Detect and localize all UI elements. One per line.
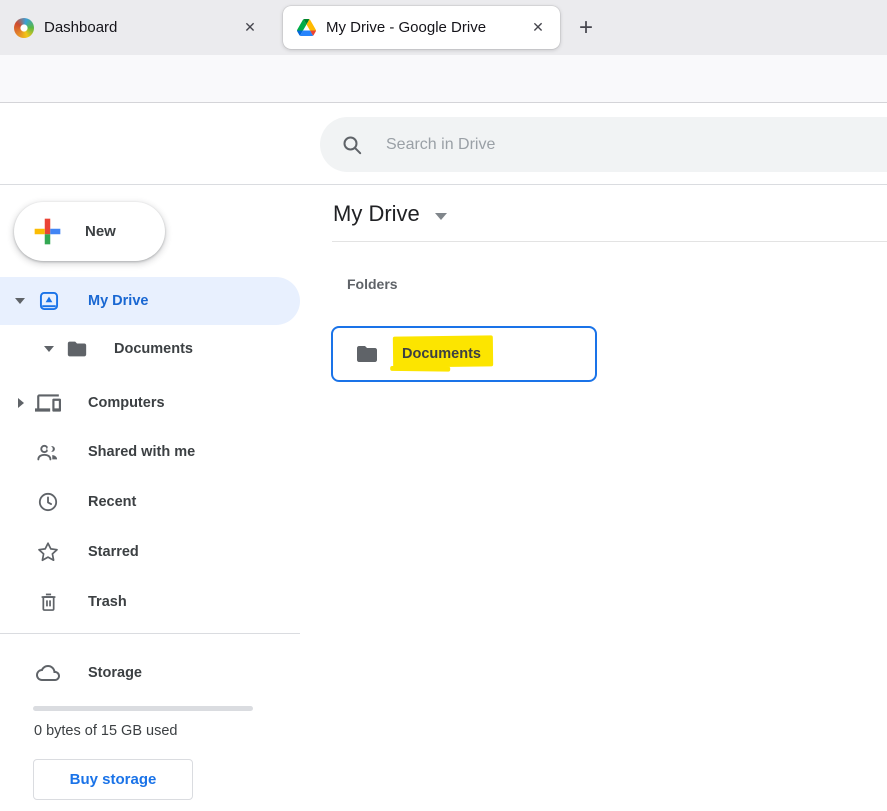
sidebar-item-documents[interactable]: Documents [0,325,300,373]
browser-toolbar: https://drive.google.com/drive/u/1/my-dr… [0,55,887,103]
sidebar-item-label: Shared with me [88,444,195,460]
shared-with-me-icon [35,440,60,465]
tab-dashboard[interactable]: Dashboard ✕ [0,0,272,55]
folder-card-documents[interactable]: Documents [331,326,597,382]
main-content: My Drive Folders Documents [300,185,887,811]
my-drive-icon [38,290,60,312]
page-title: My Drive [333,201,420,227]
multicolor-plus-icon [31,215,64,248]
folder-name: Documents [402,346,481,362]
tab-my-drive[interactable]: My Drive - Google Drive ✕ [283,6,560,49]
sidebar: New My Drive Documents Com [0,185,300,811]
computers-icon [35,390,61,416]
storage-progress-bar [33,706,253,711]
folder-name-wrap: Documents [402,345,481,363]
breadcrumb[interactable]: My Drive [333,201,447,227]
google-drive-icon [297,19,316,36]
sidebar-divider [0,633,300,634]
tab-title: My Drive - Google Drive [326,19,486,36]
buy-storage-label: Buy storage [70,771,157,788]
buy-storage-button[interactable]: Buy storage [33,759,193,800]
sidebar-item-label: Computers [88,395,165,411]
cloud-icon [34,661,62,685]
sidebar-item-label: Storage [88,665,142,681]
sidebar-item-label: Documents [114,341,193,357]
sidebar-item-recent[interactable]: Recent [0,478,300,526]
sidebar-item-label: My Drive [88,293,148,309]
new-tab-button[interactable]: + [571,13,601,43]
sidebar-item-trash[interactable]: Trash [0,578,300,626]
new-button-label: New [85,223,116,240]
content-divider [332,241,887,242]
storage-usage-text: 0 bytes of 15 GB used [34,723,177,739]
sidebar-item-shared-with-me[interactable]: Shared with me [0,428,300,476]
swirl-icon [14,18,34,38]
star-icon [36,540,60,564]
sidebar-item-starred[interactable]: Starred [0,528,300,576]
sidebar-item-label: Trash [88,594,127,610]
expand-caret-icon[interactable] [44,346,54,352]
folders-section-label: Folders [347,276,398,292]
search-bar[interactable] [320,117,887,172]
search-input[interactable] [384,135,788,155]
sidebar-item-computers[interactable]: Computers [0,379,300,427]
close-icon[interactable]: ✕ [238,16,262,40]
trash-icon [37,591,60,614]
tab-bar: Dashboard ✕ My Drive - Google Drive ✕ + [0,0,887,55]
sidebar-item-label: Recent [88,494,136,510]
sidebar-item-storage[interactable]: Storage [0,649,300,697]
close-icon[interactable]: ✕ [526,16,550,40]
collapse-caret-icon[interactable] [18,398,24,408]
new-button[interactable]: New [14,202,165,261]
expand-caret-icon[interactable] [15,298,25,304]
search-icon [340,133,364,157]
browser-window: Dashboard ✕ My Drive - Google Drive ✕ + [0,0,887,811]
sidebar-item-my-drive[interactable]: My Drive [0,277,300,325]
recent-clock-icon [36,490,60,514]
chevron-down-icon[interactable] [435,213,447,220]
tab-title: Dashboard [44,19,117,36]
sidebar-item-label: Starred [88,544,139,560]
folder-icon [66,338,88,360]
folder-icon [355,342,379,366]
